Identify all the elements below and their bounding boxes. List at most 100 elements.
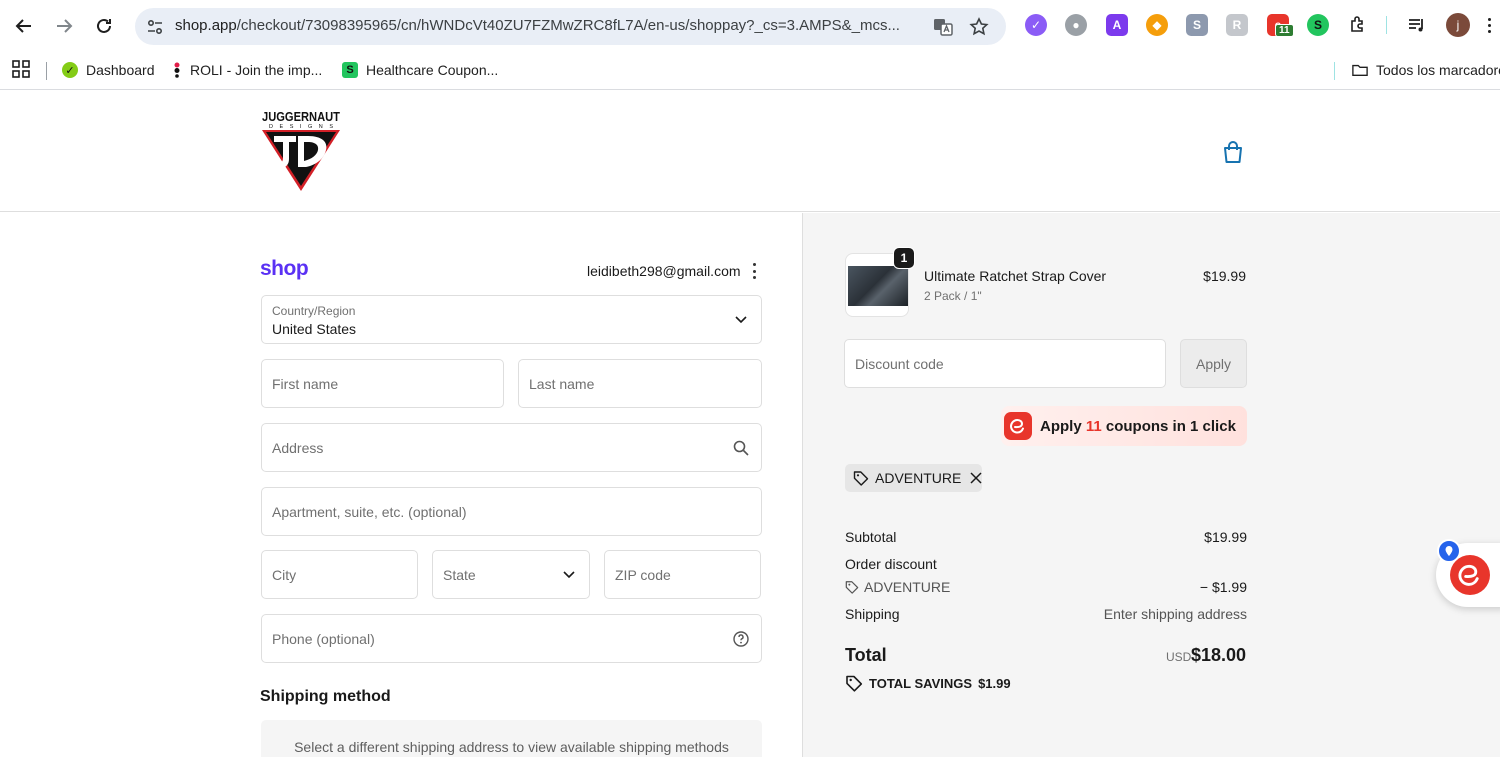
discount-amount: − $1.99 <box>1199 579 1247 595</box>
checkout-main: shop leidibeth298@gmail.com Country/Regi… <box>0 213 802 757</box>
product-name: Ultimate Ratchet Strap Cover <box>924 268 1107 284</box>
extension-icon-1[interactable]: ✓ <box>1025 14 1047 36</box>
zip-field[interactable]: ZIP code <box>604 550 761 599</box>
first-name-field[interactable]: First name <box>261 359 504 408</box>
pin-badge-icon[interactable] <box>1437 539 1461 563</box>
shipping-value: Enter shipping address <box>1103 606 1247 622</box>
subtotal-label: Subtotal <box>845 529 897 545</box>
account-menu-icon[interactable] <box>748 263 760 279</box>
zip-placeholder: ZIP code <box>615 567 671 583</box>
dashboard-bookmark-icon: ✓ <box>62 62 78 78</box>
apps-grid-icon[interactable] <box>12 60 30 83</box>
bookmark-healthcare[interactable]: S Healthcare Coupon... <box>342 59 498 81</box>
product-image <box>848 266 908 306</box>
discount-code-line: ADVENTURE <box>845 579 950 595</box>
order-discount-label: Order discount <box>845 556 937 572</box>
svg-text:JUGGERNAUT: JUGGERNAUT <box>262 110 340 124</box>
help-circle-icon[interactable] <box>733 631 749 647</box>
address-bar[interactable]: shop.app/checkout/73098395965/cn/hWNDcVt… <box>135 8 1006 45</box>
order-summary: 1 Ultimate Ratchet Strap Cover 2 Pack / … <box>802 213 1500 757</box>
browser-menu-icon[interactable] <box>1488 18 1491 33</box>
roli-bookmark-icon <box>172 62 182 78</box>
reload-button[interactable] <box>90 12 118 40</box>
apply-coupons-label: Apply 11 coupons in 1 click <box>1040 418 1236 435</box>
media-queue-icon[interactable] <box>1406 14 1428 36</box>
tag-icon <box>853 470 869 486</box>
savings-tag-icon <box>845 674 863 692</box>
extension-icon-4[interactable]: ◆ <box>1146 14 1168 36</box>
translate-icon[interactable] <box>931 15 955 39</box>
product-variant: 2 Pack / 1" <box>924 289 982 303</box>
address-field[interactable]: Address <box>261 423 762 472</box>
savings-label: TOTAL SAVINGS <box>869 675 973 691</box>
first-name-placeholder: First name <box>272 376 339 392</box>
store-logo[interactable]: JUGGERNAUT DESIGNS <box>260 109 342 193</box>
apartment-field[interactable]: Apartment, suite, etc. (optional) <box>261 487 762 536</box>
state-placeholder: State <box>443 567 476 583</box>
bookmark-roli[interactable]: ROLI - Join the imp... <box>172 59 322 81</box>
savings-value: $1.99 <box>978 675 1011 691</box>
applied-discount-code: ADVENTURE <box>875 470 962 486</box>
shipping-method-note: Select a different shipping address to v… <box>294 739 729 755</box>
back-button[interactable] <box>10 12 38 40</box>
coupon-suffix: coupons in 1 click <box>1101 417 1236 435</box>
tag-icon <box>845 581 859 594</box>
apply-discount-button[interactable]: Apply <box>1180 339 1247 388</box>
phone-field[interactable]: Phone (optional) <box>261 614 762 663</box>
extension-badge: 11 <box>1275 24 1294 37</box>
total-label: Total <box>845 645 887 665</box>
back-arrow-icon <box>15 19 31 33</box>
discount-code-field[interactable]: Discount code <box>844 339 1166 388</box>
discount-code-name: ADVENTURE <box>864 579 951 595</box>
country-select[interactable]: Country/Region United States <box>261 295 762 344</box>
svg-text:DESIGNS: DESIGNS <box>269 124 333 130</box>
discount-code-placeholder: Discount code <box>855 356 944 372</box>
site-settings-icon[interactable] <box>143 15 167 39</box>
last-name-field[interactable]: Last name <box>518 359 762 408</box>
state-select[interactable]: State <box>432 550 590 599</box>
subtotal-value: $19.99 <box>1204 529 1247 545</box>
chevron-down-icon <box>561 567 577 583</box>
extension-icon-2[interactable]: ● <box>1065 14 1087 36</box>
subtotal-row: Subtotal $19.99 <box>845 529 1247 545</box>
reload-icon <box>97 18 111 33</box>
address-placeholder: Address <box>272 440 324 456</box>
shipping-method-notice: Select a different shipping address to v… <box>261 720 762 757</box>
discount-code-row: ADVENTURE − $1.99 <box>845 579 1247 597</box>
coupon-extension-icon <box>1004 412 1032 440</box>
remove-discount-close-icon[interactable] <box>969 471 982 485</box>
extension-icon-5[interactable]: S <box>1186 14 1208 36</box>
shipping-method-title: Shipping method <box>260 688 391 705</box>
total-savings: TOTAL SAVINGS $1.99 <box>845 674 1011 692</box>
extension-icon-6[interactable]: R <box>1226 14 1248 36</box>
country-label: Country/Region <box>272 304 356 318</box>
product-price: $19.99 <box>1203 268 1246 284</box>
bookmark-label: Healthcare Coupon... <box>366 62 499 78</box>
bookmark-label: ROLI - Join the imp... <box>190 62 323 78</box>
bookmark-label: Dashboard <box>86 62 155 78</box>
extensions-puzzle-icon[interactable] <box>1347 14 1369 36</box>
city-field[interactable]: City <box>261 550 418 599</box>
folder-icon <box>1352 62 1368 78</box>
forward-arrow-icon <box>57 19 73 33</box>
chevron-down-icon <box>733 312 749 328</box>
bookmarks-folder-label: Todos los marcadores <box>1376 62 1500 78</box>
profile-avatar[interactable]: j <box>1446 13 1470 37</box>
bookmarks-divider-right <box>1334 62 1335 80</box>
total-currency: USD <box>1166 650 1192 664</box>
cart-button[interactable] <box>1220 139 1246 165</box>
shipping-row: Shipping Enter shipping address <box>845 606 1247 622</box>
url-path: /checkout/73098395965/cn/hWNDcVt40ZU7FZM… <box>236 17 900 34</box>
bookmarks-folder[interactable]: Todos los marcadores <box>1352 59 1500 81</box>
extension-icon-8[interactable]: S <box>1307 14 1329 36</box>
apply-coupons-button[interactable]: Apply 11 coupons in 1 click <box>1001 406 1247 446</box>
url-text: shop.app/checkout/73098395965/cn/hWNDcVt… <box>175 17 900 34</box>
bookmark-star-icon[interactable] <box>967 15 991 39</box>
bookmark-dashboard[interactable]: ✓ Dashboard <box>62 59 155 81</box>
extension-icon-3[interactable]: A <box>1106 14 1128 36</box>
forward-button[interactable] <box>50 12 78 40</box>
quantity-badge: 1 <box>893 247 915 269</box>
store-header: JUGGERNAUT DESIGNS <box>0 91 1500 212</box>
extension-icon-coupon[interactable]: e 11 <box>1267 14 1294 37</box>
apartment-placeholder: Apartment, suite, etc. (optional) <box>272 504 467 520</box>
